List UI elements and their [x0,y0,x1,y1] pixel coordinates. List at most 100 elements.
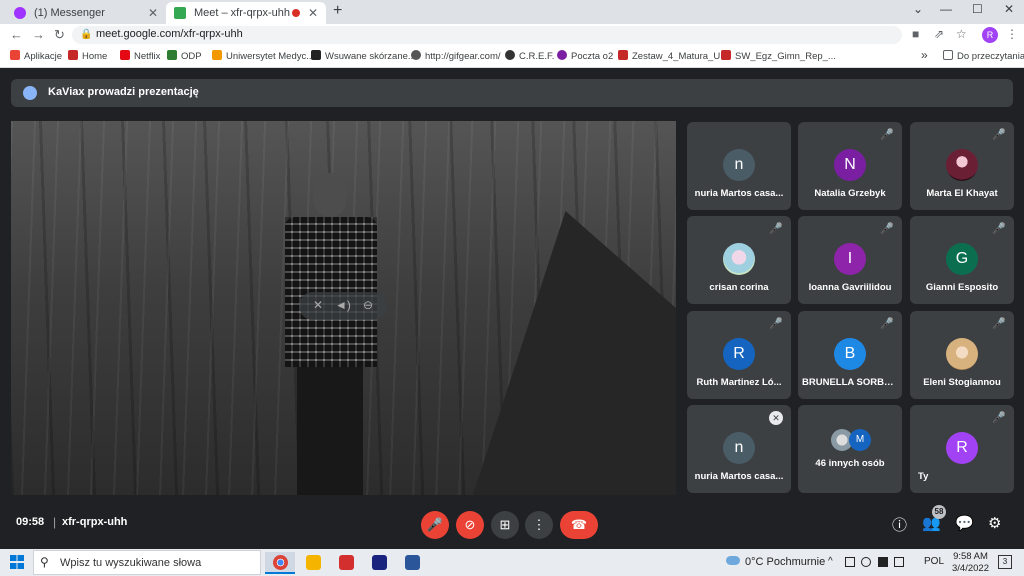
tab-messenger[interactable]: (1) Messenger ✕ [6,2,166,24]
forward-button[interactable]: → [32,27,45,42]
back-button[interactable]: ← [10,27,23,42]
bookmark-item[interactable]: ODP [167,50,202,62]
lock-icon[interactable]: 🔒 [80,29,92,40]
mute-participant-icon[interactable]: ✕ [313,298,323,312]
tab-title: (1) Messenger [34,7,105,19]
volume-tray-icon[interactable] [861,557,871,567]
participant-name: BRUNELLA SORBE... [802,377,899,388]
tray-expand-icon[interactable]: ^ [828,556,833,567]
battery-icon[interactable] [878,557,888,567]
maximize-button[interactable]: ☐ [972,2,983,16]
more-vert-icon: ⋮ [532,517,546,532]
display-icon[interactable] [894,557,904,567]
participant-tile[interactable]: 🎤 R Ruth Martinez Ló... [687,311,791,399]
bookmark-label: Netflix [134,51,161,62]
bookmark-label: Aplikacje [24,51,63,62]
participant-tile[interactable]: ✕ n nuria Martos casa... [687,405,791,493]
address-bar-row: ← → ↻ 🔒 meet.google.com/xfr-qrpx-uhh ■ ⇗… [0,24,1024,46]
reload-button[interactable]: ↻ [54,27,65,43]
avatar-photo [946,149,978,181]
bookmark-item[interactable]: Zestaw_4_Matura_U... [618,50,728,62]
taskbar-app-explorer[interactable] [298,552,328,574]
tab-meet[interactable]: Meet – xfr-qrpx-uhh ✕ [166,2,326,24]
mic-off-icon: 🎤 [880,318,894,330]
mic-off-icon: 🎤 [769,223,783,235]
language-indicator[interactable]: POL [924,556,944,567]
mic-off-icon: 🎤 [880,223,894,235]
reading-list-button[interactable]: Do przeczytania [943,50,1024,62]
presentation-stage[interactable]: ✕ ◄) ⊖ [11,121,676,495]
bookmark-item[interactable]: SW_Egz_Gimn_Rep_... [721,50,836,62]
camera-off-icon: ⊘ [464,517,476,532]
participant-tile[interactable]: 🎤 I Ioanna Gavriilidou [798,216,902,304]
info-icon[interactable]: ⓘ [892,514,907,535]
bookmark-item[interactable]: Uniwersytet Medyc... [212,50,314,62]
document-icon [618,50,628,60]
bookmark-item[interactable]: C.R.E.F. [505,50,554,62]
taskbar-search-input[interactable]: ⚲ Wpisz tu wyszukiwane słowa [33,550,261,575]
participant-name: Natalia Grzebyk [814,188,886,199]
profile-avatar[interactable]: R [982,27,998,43]
bookmark-item[interactable]: Netflix [120,50,160,62]
bookmark-item[interactable]: http://gifgear.com/ [411,50,501,62]
star-icon[interactable]: ☆ [956,27,967,41]
new-tab-button[interactable]: + [333,2,342,20]
self-tile[interactable]: 🎤 R Ty [910,405,1014,493]
bookmark-item[interactable]: Wsuwane skórzane... [311,50,416,62]
taskbar-app-word[interactable] [397,552,427,574]
url-text[interactable]: meet.google.com/xfr-qrpx-uhh [96,28,243,40]
bookmark-item[interactable]: Aplikacje [10,50,62,62]
messenger-icon [14,7,26,19]
network-icon[interactable] [845,557,855,567]
leave-call-button[interactable]: ☎ [560,511,598,539]
menu-icon[interactable]: ⋮ [1006,27,1018,41]
present-screen-icon: ⊞ [499,517,511,532]
camera-icon[interactable]: ■ [912,27,919,41]
video-person [279,173,383,495]
meeting-clock: 09:58 [16,516,45,528]
avatar: I [834,243,866,275]
bookmarks-overflow-button[interactable]: » [921,48,928,62]
participant-tile[interactable]: 🎤 N Natalia Grzebyk [798,122,902,210]
avatar: R [723,338,755,370]
avatar: B [834,338,866,370]
bookmark-label: Wsuwane skórzane... [325,51,416,62]
participant-tile[interactable]: 🎤 G Gianni Esposito [910,216,1014,304]
notifications-icon[interactable]: 3 [998,555,1012,569]
participant-name: nuria Martos casa... [694,471,784,482]
present-button[interactable]: ⊞ [491,511,519,539]
url-field[interactable]: 🔒 meet.google.com/xfr-qrpx-uhh [72,26,902,44]
camera-toggle-button[interactable]: ⊘ [456,511,484,539]
window-close-button[interactable]: ✕ [1004,2,1014,16]
activities-icon[interactable]: ⚙ [988,514,1001,532]
minimize-button[interactable]: — [940,2,952,16]
taskbar-app-chrome[interactable] [265,552,295,574]
bookmark-item[interactable]: Home [68,50,107,62]
close-icon[interactable]: ✕ [148,2,158,24]
participant-tile[interactable]: 🎤 Marta El Khayat [910,122,1014,210]
chat-icon[interactable]: 💬 [955,514,974,532]
taskbar-app-acrobat[interactable] [331,552,361,574]
participant-tile[interactable]: n nuria Martos casa... [687,122,791,210]
mic-toggle-button[interactable]: 🎤 [421,511,449,539]
remove-icon[interactable]: ⊖ [363,298,373,312]
avatar: n [723,149,755,181]
volume-icon[interactable]: ◄) [335,298,351,312]
more-options-button[interactable]: ⋮ [525,511,553,539]
participant-name: Ty [918,471,929,482]
participant-tile[interactable]: 🎤 Eleni Stogiannou [910,311,1014,399]
taskbar-app-w[interactable] [364,552,394,574]
bookmark-item[interactable]: Poczta o2 [557,50,613,62]
taskbar-clock[interactable]: 9:58 AM 3/4/2022 [952,551,989,575]
bookmarks-bar: Aplikacje Home Netflix ODP Uniwersytet M… [0,46,1024,68]
avatar-photo [723,243,755,275]
share-icon[interactable]: ⇗ [934,27,944,41]
participant-tile[interactable]: 🎤 crisan corina [687,216,791,304]
participant-tile[interactable]: 🎤 B BRUNELLA SORBE... [798,311,902,399]
tab-search-icon[interactable]: ⌄ [913,2,923,16]
weather-widget[interactable]: 0°C Pochmurnie [726,556,825,568]
close-icon[interactable]: ✕ [308,2,318,24]
others-tile[interactable]: M 46 innych osób [798,405,902,493]
windows-start-icon[interactable] [10,555,24,569]
person-legs [297,367,363,495]
